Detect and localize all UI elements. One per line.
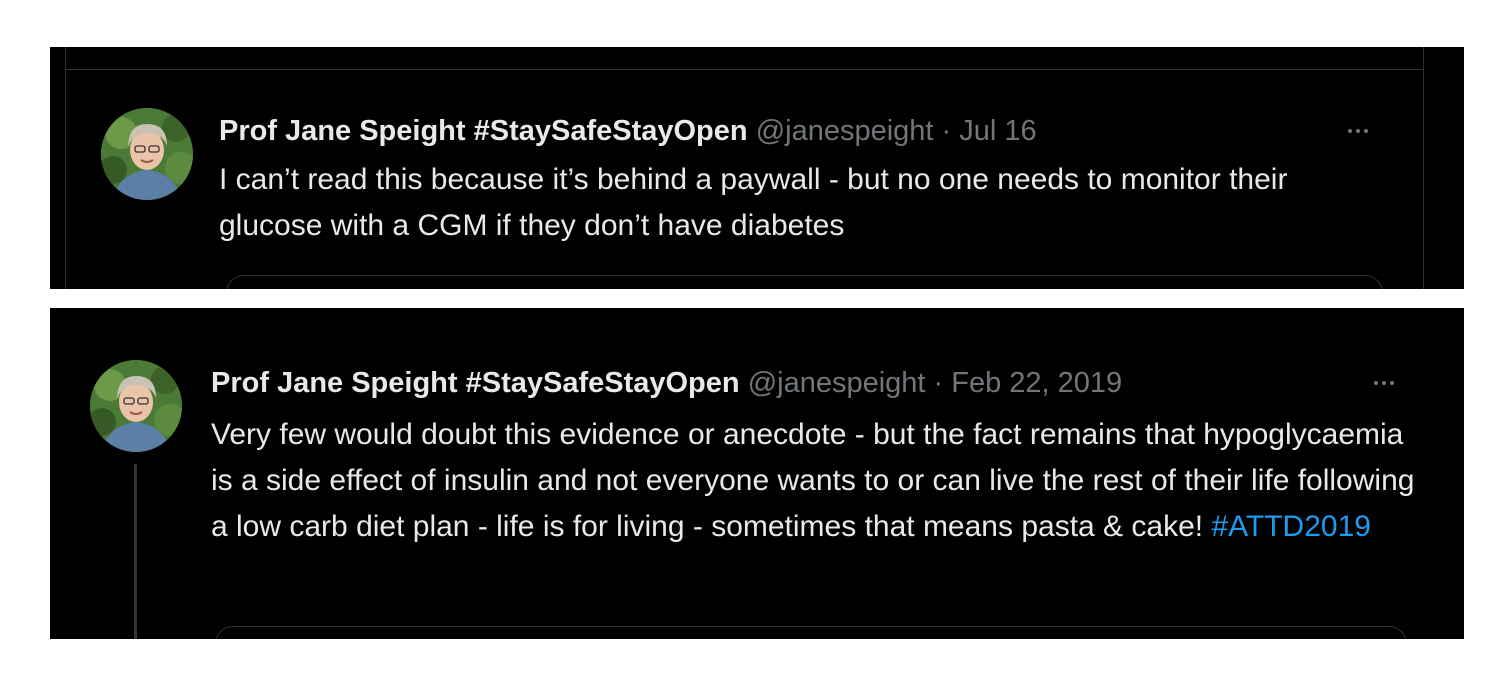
author-handle[interactable]: @janespeight bbox=[756, 115, 934, 147]
more-options-button[interactable] bbox=[1338, 119, 1378, 143]
tweet-date[interactable]: Feb 22, 2019 bbox=[951, 367, 1122, 399]
tweet-date[interactable]: Jul 16 bbox=[959, 115, 1036, 147]
avatar-image bbox=[101, 108, 193, 200]
tweet-panel-2: Prof Jane Speight #StaySafeStayOpen @jan… bbox=[50, 308, 1464, 639]
tweet-panel-1: Prof Jane Speight #StaySafeStayOpen @jan… bbox=[50, 47, 1464, 289]
more-dot bbox=[1390, 381, 1394, 385]
more-horizontal-icon bbox=[1374, 381, 1378, 385]
column-border-right bbox=[1423, 47, 1424, 289]
tweet-header: Prof Jane Speight #StaySafeStayOpen @jan… bbox=[219, 113, 1037, 149]
more-horizontal-icon bbox=[1348, 129, 1352, 133]
tweet-text: I can’t read this because it’s behind a … bbox=[219, 163, 1288, 242]
column-border-left bbox=[65, 47, 66, 289]
hashtag-link[interactable]: #ATTD2019 bbox=[1211, 510, 1371, 543]
more-dot bbox=[1364, 129, 1368, 133]
more-dot bbox=[1356, 129, 1360, 133]
avatar-image bbox=[90, 360, 182, 452]
author-name[interactable]: Prof Jane Speight #StaySafeStayOpen bbox=[211, 367, 740, 399]
more-options-button[interactable] bbox=[1364, 371, 1404, 395]
avatar[interactable] bbox=[101, 108, 193, 200]
more-dot bbox=[1382, 381, 1386, 385]
separator-dot: · bbox=[933, 115, 960, 147]
tweet-text: Very few would doubt this evidence or an… bbox=[211, 412, 1421, 550]
separator-dot: · bbox=[925, 367, 952, 399]
quoted-card[interactable] bbox=[215, 626, 1407, 639]
author-handle[interactable]: @janespeight bbox=[748, 367, 926, 399]
tweet-header: Prof Jane Speight #StaySafeStayOpen @jan… bbox=[211, 365, 1122, 401]
quoted-card[interactable] bbox=[226, 275, 1383, 289]
divider bbox=[65, 69, 1423, 70]
avatar[interactable] bbox=[90, 360, 182, 452]
author-name[interactable]: Prof Jane Speight #StaySafeStayOpen bbox=[219, 115, 748, 147]
thread-connector-line bbox=[134, 464, 137, 639]
